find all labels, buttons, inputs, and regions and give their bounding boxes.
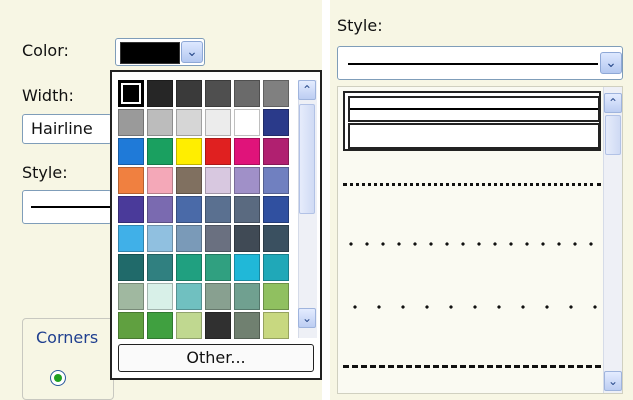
style-label: Style: bbox=[22, 163, 68, 182]
style-preview-line bbox=[31, 206, 113, 208]
other-color-button[interactable]: Other... bbox=[118, 344, 314, 372]
selected-style-item[interactable] bbox=[343, 91, 601, 151]
style-option-solid[interactable] bbox=[348, 96, 600, 122]
sparse-dotted-line bbox=[343, 305, 601, 309]
color-swatch[interactable] bbox=[118, 196, 144, 223]
color-swatch[interactable] bbox=[263, 283, 289, 310]
color-swatch[interactable] bbox=[263, 254, 289, 281]
color-swatch[interactable] bbox=[234, 138, 260, 165]
color-swatch[interactable] bbox=[205, 283, 231, 310]
scroll-down-icon[interactable]: ⌄ bbox=[298, 308, 316, 328]
color-swatch[interactable] bbox=[118, 167, 144, 194]
color-swatch[interactable] bbox=[263, 80, 289, 107]
color-swatch[interactable] bbox=[147, 225, 173, 252]
color-swatch[interactable] bbox=[205, 167, 231, 194]
color-palette-popup: ⌃ ⌄ Other... bbox=[110, 70, 322, 380]
color-swatch[interactable] bbox=[118, 225, 144, 252]
style-label: Style: bbox=[337, 16, 383, 35]
color-swatch[interactable] bbox=[176, 109, 202, 136]
color-swatch[interactable] bbox=[263, 196, 289, 223]
width-label: Width: bbox=[22, 86, 74, 105]
color-swatch[interactable] bbox=[176, 167, 202, 194]
color-swatch[interactable] bbox=[118, 80, 144, 107]
color-swatch[interactable] bbox=[176, 312, 202, 339]
palette-scroll-thumb[interactable] bbox=[299, 104, 315, 214]
color-swatch[interactable] bbox=[234, 225, 260, 252]
line-style-list: ⌃ ⌄ bbox=[337, 86, 623, 394]
color-swatch[interactable] bbox=[205, 80, 231, 107]
dotted-line bbox=[343, 242, 601, 246]
width-value: Hairline bbox=[31, 119, 93, 138]
width-field[interactable]: Hairline bbox=[22, 114, 112, 144]
color-swatch[interactable] bbox=[234, 283, 260, 310]
color-dropdown[interactable]: ⌄ bbox=[115, 38, 205, 66]
color-swatch[interactable] bbox=[176, 80, 202, 107]
scroll-down-icon[interactable]: ⌄ bbox=[604, 371, 622, 391]
color-swatch[interactable] bbox=[234, 312, 260, 339]
color-swatch[interactable] bbox=[234, 80, 260, 107]
color-swatch[interactable] bbox=[205, 109, 231, 136]
dense-dotted-line bbox=[343, 183, 601, 186]
color-label: Color: bbox=[22, 41, 69, 60]
color-swatch[interactable] bbox=[176, 225, 202, 252]
corners-radio[interactable] bbox=[50, 370, 66, 386]
line-properties-panel: Color: ⌄ Width: Hairline Style: Corners … bbox=[0, 0, 322, 400]
radio-dot bbox=[54, 374, 62, 382]
color-swatch[interactable] bbox=[118, 312, 144, 339]
style-option-solid-thick[interactable] bbox=[348, 123, 600, 149]
color-swatch[interactable] bbox=[176, 138, 202, 165]
color-swatch[interactable] bbox=[176, 283, 202, 310]
style-dropdown[interactable] bbox=[22, 190, 113, 224]
color-swatch[interactable] bbox=[234, 196, 260, 223]
selected-line-preview bbox=[348, 63, 598, 65]
color-swatch[interactable] bbox=[118, 283, 144, 310]
color-swatch[interactable] bbox=[263, 109, 289, 136]
color-swatch[interactable] bbox=[234, 254, 260, 281]
dashed-line bbox=[343, 365, 601, 368]
color-swatch[interactable] bbox=[205, 312, 231, 339]
color-swatch[interactable] bbox=[118, 138, 144, 165]
color-swatch[interactable] bbox=[263, 225, 289, 252]
corners-label: Corners bbox=[36, 328, 99, 347]
color-swatch[interactable] bbox=[234, 167, 260, 194]
chevron-down-icon[interactable]: ⌄ bbox=[600, 52, 622, 74]
color-swatch[interactable] bbox=[118, 109, 144, 136]
color-swatch[interactable] bbox=[118, 254, 144, 281]
color-swatch[interactable] bbox=[205, 196, 231, 223]
style-picker-panel: Style: ⌄ ⌃ ⌄ bbox=[330, 0, 633, 400]
line-style-dropdown[interactable]: ⌄ bbox=[337, 46, 623, 80]
color-swatch[interactable] bbox=[205, 138, 231, 165]
color-swatch[interactable] bbox=[147, 109, 173, 136]
color-swatch[interactable] bbox=[205, 225, 231, 252]
solid-line bbox=[350, 108, 598, 110]
color-swatch[interactable] bbox=[147, 254, 173, 281]
color-swatch[interactable] bbox=[147, 138, 173, 165]
chevron-down-icon[interactable]: ⌄ bbox=[181, 41, 203, 63]
color-swatch[interactable] bbox=[176, 254, 202, 281]
color-swatch[interactable] bbox=[147, 196, 173, 223]
color-swatch[interactable] bbox=[147, 283, 173, 310]
scroll-up-icon[interactable]: ⌃ bbox=[298, 80, 316, 100]
color-swatch[interactable] bbox=[263, 138, 289, 165]
color-swatch[interactable] bbox=[147, 167, 173, 194]
color-swatch[interactable] bbox=[234, 109, 260, 136]
color-swatch[interactable] bbox=[147, 80, 173, 107]
scroll-up-icon[interactable]: ⌃ bbox=[604, 93, 622, 113]
color-swatch[interactable] bbox=[147, 312, 173, 339]
color-swatch[interactable] bbox=[263, 312, 289, 339]
color-swatch[interactable] bbox=[205, 254, 231, 281]
color-swatch[interactable] bbox=[263, 167, 289, 194]
color-preview-swatch bbox=[120, 42, 180, 64]
list-scroll-thumb[interactable] bbox=[605, 115, 621, 155]
color-swatch[interactable] bbox=[176, 196, 202, 223]
